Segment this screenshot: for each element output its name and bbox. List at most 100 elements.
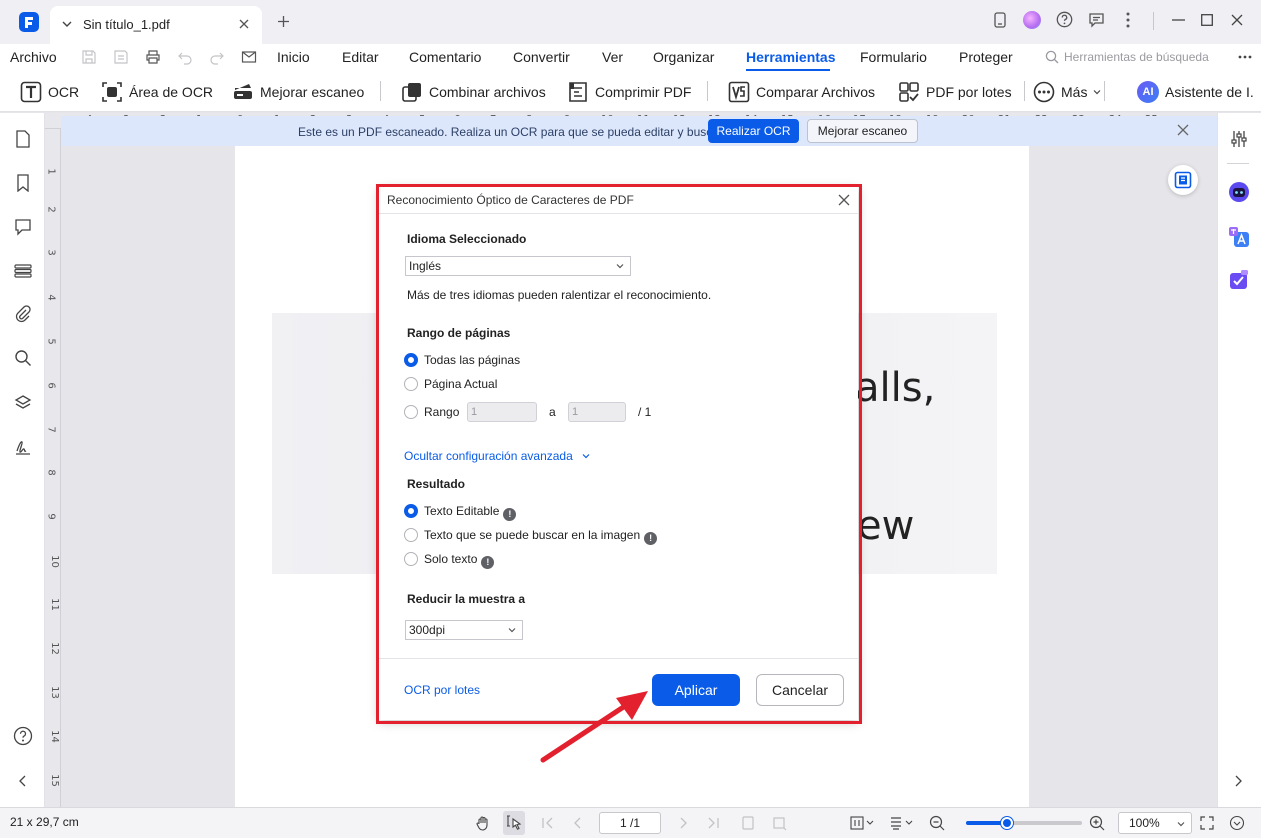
radio-all-pages[interactable] [404, 353, 418, 367]
range-to-input[interactable]: 1 [568, 402, 626, 422]
page-thumbnails-icon[interactable] [12, 128, 34, 150]
collapse-left-icon[interactable] [12, 770, 34, 792]
menu-organizar[interactable]: Organizar [653, 49, 714, 65]
collapse-status-icon[interactable] [1229, 815, 1245, 831]
language-select[interactable]: Inglés [405, 256, 631, 276]
page-number-input[interactable]: 1 /1 [599, 812, 661, 834]
ocr-button[interactable]: OCR [20, 80, 79, 104]
radio-searchable-image[interactable] [404, 528, 418, 542]
radio-text-only[interactable] [404, 552, 418, 566]
actual-size-icon[interactable] [850, 815, 874, 831]
crop-page-icon[interactable] [771, 815, 787, 831]
menu-convertir[interactable]: Convertir [513, 49, 570, 65]
help-icon[interactable] [1056, 11, 1073, 28]
radio-current-page[interactable] [404, 377, 418, 391]
task-check-icon[interactable] [1229, 270, 1249, 290]
redo-icon[interactable] [209, 49, 225, 65]
layers-icon[interactable] [12, 392, 34, 414]
previous-page-icon[interactable] [570, 815, 586, 831]
ai-robot-icon[interactable] [1228, 181, 1250, 203]
enhance-scan-banner-button[interactable]: Mejorar escaneo [807, 119, 918, 143]
chevron-down-icon[interactable] [62, 20, 72, 28]
ruler-tick-label: 5 [45, 338, 57, 345]
more-vertical-icon[interactable] [1126, 12, 1130, 28]
save-icon[interactable] [81, 49, 97, 65]
radio-range[interactable] [404, 405, 418, 419]
menu-comentario[interactable]: Comentario [409, 49, 481, 65]
batch-ocr-link[interactable]: OCR por lotes [404, 683, 480, 697]
menu-proteger[interactable]: Proteger [959, 49, 1013, 65]
downsample-label: Reducir la muestra a [407, 592, 526, 606]
attachment-icon[interactable] [12, 303, 34, 325]
downsample-select[interactable]: 300dpi [405, 620, 523, 640]
document-tab[interactable]: Sin título_1.pdf [50, 6, 262, 44]
area-ocr-button[interactable]: Área de OCR [101, 80, 213, 104]
save-as-icon[interactable] [113, 49, 129, 65]
compress-pdf-button[interactable]: Comprimir PDF [567, 80, 691, 104]
dialog-close-icon[interactable] [838, 194, 850, 206]
zoom-out-icon[interactable] [929, 815, 945, 831]
maximize-icon[interactable] [1201, 14, 1213, 26]
expand-right-icon[interactable] [1234, 775, 1242, 787]
zoom-select[interactable]: 100% [1118, 812, 1192, 834]
divider [1227, 163, 1249, 164]
minimize-icon[interactable] [1172, 19, 1185, 21]
next-page-icon[interactable] [675, 815, 691, 831]
batch-pdf-button[interactable]: PDF por lotes [898, 80, 1012, 104]
more-tools-button[interactable]: Más [1033, 80, 1101, 104]
combine-files-button[interactable]: Combinar archivos [401, 80, 546, 104]
tablet-icon[interactable] [993, 12, 1007, 28]
divider [379, 658, 858, 659]
rotate-page-icon[interactable] [740, 815, 756, 831]
page-layout-icon[interactable] [889, 815, 915, 831]
close-window-icon[interactable] [1231, 14, 1243, 26]
properties-sliders-icon[interactable] [1230, 130, 1248, 148]
zoom-in-icon[interactable] [1089, 815, 1105, 831]
bookmark-icon[interactable] [12, 172, 34, 194]
first-page-icon[interactable] [540, 815, 556, 831]
search-icon[interactable] [12, 347, 34, 369]
info-icon[interactable]: ! [644, 532, 658, 545]
vertical-ruler: 1 2 3 4 5 6 7 8 9 10 11 12 13 14 15 [45, 129, 61, 807]
hand-tool-icon[interactable] [475, 815, 491, 831]
menu-formulario[interactable]: Formulario [860, 49, 927, 65]
avatar[interactable] [1023, 11, 1041, 29]
feedback-icon[interactable] [1088, 11, 1105, 28]
radio-editable-text[interactable] [404, 504, 418, 518]
ocr-floating-button[interactable] [1168, 165, 1198, 195]
mail-icon[interactable] [241, 49, 257, 65]
current-page-label: Página Actual [424, 377, 498, 391]
cancel-button[interactable]: Cancelar [756, 674, 844, 706]
menu-editar[interactable]: Editar [342, 49, 379, 65]
ai-assistant-button[interactable]: AI Asistente de I. [1137, 80, 1254, 104]
layers-list-icon[interactable] [12, 260, 34, 282]
close-tab-icon[interactable] [239, 19, 249, 29]
translate-icon[interactable] [1228, 226, 1250, 248]
menu-inicio[interactable]: Inicio [277, 49, 310, 65]
signature-icon[interactable] [12, 436, 34, 458]
more-horizontal-icon[interactable] [1238, 55, 1252, 59]
zoom-slider-thumb[interactable] [1000, 817, 1013, 829]
enhance-scan-button[interactable]: Mejorar escaneo [232, 80, 364, 104]
info-icon[interactable]: ! [481, 556, 495, 569]
apply-button[interactable]: Aplicar [652, 674, 740, 706]
fit-window-icon[interactable] [1199, 815, 1215, 831]
menu-ver[interactable]: Ver [602, 49, 623, 65]
close-icon[interactable] [1176, 123, 1190, 137]
tools-search-input[interactable]: Herramientas de búsqueda [1064, 50, 1209, 64]
menu-herramientas[interactable]: Herramientas [746, 49, 836, 65]
info-icon[interactable]: ! [503, 508, 517, 521]
hide-advanced-settings-link[interactable]: Ocultar configuración avanzada [404, 449, 590, 463]
undo-icon[interactable] [177, 49, 193, 65]
combine-icon [402, 83, 421, 102]
print-icon[interactable] [145, 49, 161, 65]
last-page-icon[interactable] [705, 815, 721, 831]
comment-icon[interactable] [12, 216, 34, 238]
range-from-input[interactable]: 1 [467, 402, 537, 422]
perform-ocr-button[interactable]: Realizar OCR [708, 119, 799, 143]
new-tab-icon[interactable] [277, 15, 290, 28]
select-cursor-icon[interactable] [506, 815, 522, 831]
menu-archivo[interactable]: Archivo [10, 49, 57, 65]
compare-files-button[interactable]: Comparar Archivos [728, 80, 875, 104]
help-icon[interactable] [12, 725, 34, 747]
